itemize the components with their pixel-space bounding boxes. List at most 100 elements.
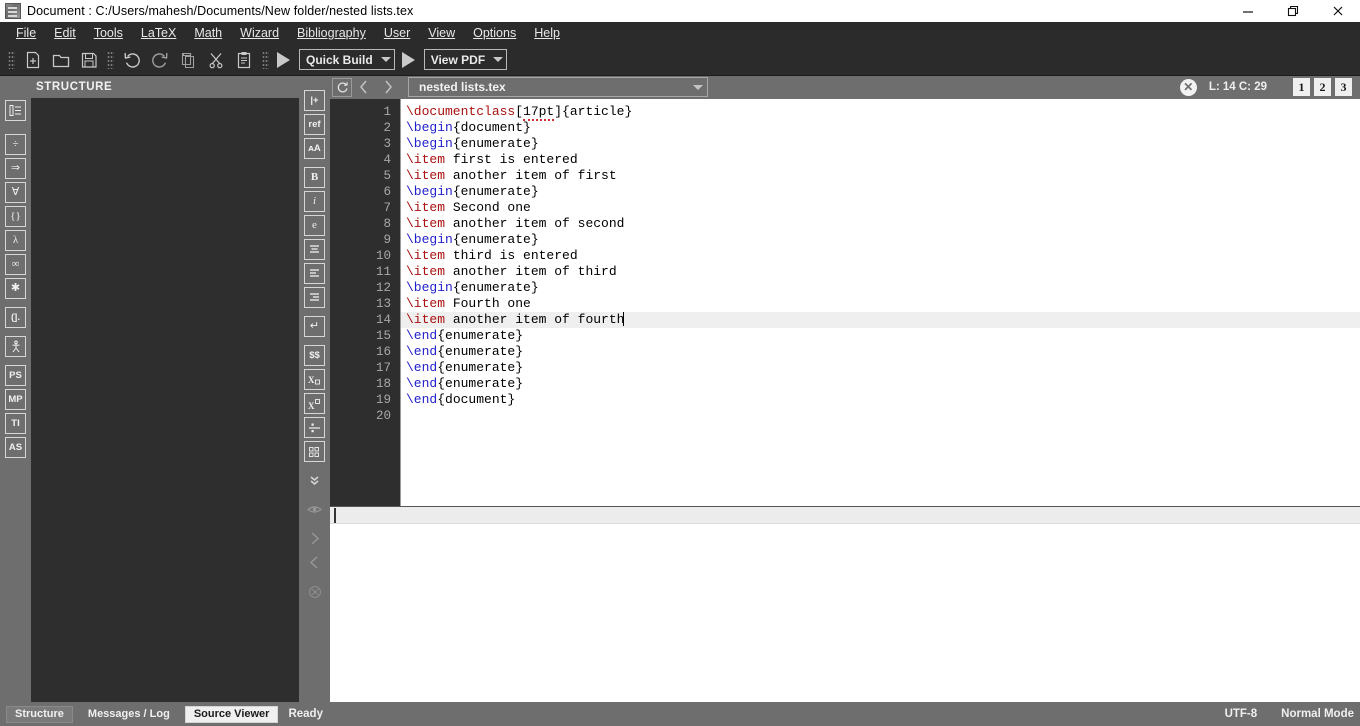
- postscript-icon[interactable]: PS: [5, 365, 26, 386]
- view-layout-3-button[interactable]: 3: [1335, 78, 1352, 96]
- code-line[interactable]: \item third is entered: [400, 248, 1360, 264]
- division-icon[interactable]: ÷: [5, 134, 26, 155]
- cut-scissors-icon[interactable]: [202, 47, 230, 73]
- bold-icon[interactable]: B: [304, 167, 325, 188]
- menu-math[interactable]: Math: [185, 24, 231, 42]
- align-right-icon[interactable]: [304, 287, 325, 308]
- toolbar-grip-2[interactable]: [107, 50, 114, 69]
- run-build-play-icon[interactable]: [277, 51, 290, 68]
- asterisk-operator-icon[interactable]: ✱: [5, 278, 26, 299]
- new-file-icon[interactable]: [19, 47, 47, 73]
- infinity-icon[interactable]: ∞: [5, 254, 26, 275]
- chevron-right-icon[interactable]: [376, 77, 400, 97]
- menu-wizard[interactable]: Wizard: [231, 24, 288, 42]
- view-pdf-select[interactable]: View PDF: [423, 49, 508, 70]
- display-math-icon[interactable]: $$: [304, 345, 325, 366]
- code-line[interactable]: \end{enumerate}: [400, 328, 1360, 344]
- menu-bibliography[interactable]: Bibliography: [288, 24, 375, 42]
- open-file-select[interactable]: nested lists.tex: [408, 77, 708, 97]
- save-icon[interactable]: [75, 47, 103, 73]
- delimiter-icon[interactable]: (].: [5, 307, 26, 328]
- newline-icon[interactable]: ↵: [304, 316, 325, 337]
- menu-file[interactable]: File: [7, 24, 45, 42]
- asymptote-icon[interactable]: AS: [5, 437, 26, 458]
- source-viewer-toolbar[interactable]: [330, 507, 1360, 524]
- code-line[interactable]: \begin{enumerate}: [400, 232, 1360, 248]
- menu-help[interactable]: Help: [525, 24, 569, 42]
- view-layout-2-button[interactable]: 2: [1314, 78, 1331, 96]
- preview-eye-icon[interactable]: [304, 499, 325, 520]
- minimize-button[interactable]: [1225, 0, 1270, 22]
- close-button[interactable]: [1315, 0, 1360, 22]
- forall-icon[interactable]: ∀: [5, 182, 26, 203]
- source-editor[interactable]: 1 2 3 4 5 6 7 8 9 10 11 12 13 14 15 16 17 18 19 20 \documen…: [330, 98, 1360, 506]
- undo-icon[interactable]: [118, 47, 146, 73]
- encoding-label[interactable]: UTF-8: [1225, 708, 1258, 720]
- tikz-icon[interactable]: TI: [5, 413, 26, 434]
- previous-icon[interactable]: [304, 552, 325, 573]
- emphasis-icon[interactable]: e: [304, 215, 325, 236]
- menu-tools[interactable]: Tools: [85, 24, 132, 42]
- code-line[interactable]: \begin{document}: [400, 120, 1360, 136]
- view-layout-1-button[interactable]: 1: [1293, 78, 1310, 96]
- quick-build-select[interactable]: Quick Build: [299, 49, 395, 70]
- next-icon[interactable]: [304, 528, 325, 549]
- align-left-icon[interactable]: [304, 263, 325, 284]
- italic-icon[interactable]: i: [304, 191, 325, 212]
- code-line[interactable]: \begin{enumerate}: [400, 184, 1360, 200]
- menu-edit[interactable]: Edit: [45, 24, 85, 42]
- matrix-icon[interactable]: [304, 441, 325, 462]
- open-folder-icon[interactable]: [47, 47, 75, 73]
- chevron-left-icon[interactable]: [352, 77, 376, 97]
- refresh-icon[interactable]: [332, 77, 352, 97]
- restore-button[interactable]: [1270, 0, 1315, 22]
- code-text[interactable]: \documentclass[17pt]{article} \begin{docu…: [400, 99, 1360, 506]
- code-line[interactable]: \end{document}: [400, 392, 1360, 408]
- stick-figure-icon[interactable]: [5, 336, 26, 357]
- menu-options[interactable]: Options: [464, 24, 525, 42]
- code-line[interactable]: \item another item of first: [400, 168, 1360, 184]
- tab-structure[interactable]: Structure: [6, 705, 73, 723]
- menu-user[interactable]: User: [375, 24, 419, 42]
- reference-icon[interactable]: ref: [304, 114, 325, 135]
- braces-icon[interactable]: {}: [5, 206, 26, 227]
- align-center-icon[interactable]: [304, 239, 325, 260]
- expand-down-icon[interactable]: [304, 470, 325, 491]
- toolbar-grip-1[interactable]: [8, 50, 15, 69]
- implies-arrow-icon[interactable]: ⇒: [5, 158, 26, 179]
- subscript-icon[interactable]: X: [304, 369, 325, 390]
- toolbar-grip-3[interactable]: [262, 50, 269, 69]
- tab-messages-log[interactable]: Messages / Log: [79, 706, 179, 723]
- metapost-icon[interactable]: MP: [5, 389, 26, 410]
- menu-latex[interactable]: LaTeX: [132, 24, 185, 42]
- code-line[interactable]: \end{enumerate}: [400, 344, 1360, 360]
- code-line[interactable]: \documentclass[17pt]{article}: [400, 104, 1360, 121]
- lambda-icon[interactable]: λ: [5, 230, 26, 251]
- code-line[interactable]: \item Fourth one: [400, 296, 1360, 312]
- code-line[interactable]: \begin{enumerate}: [400, 280, 1360, 296]
- close-document-button[interactable]: ✕: [1179, 78, 1197, 96]
- code-line[interactable]: \end{enumerate}: [400, 360, 1360, 376]
- fraction-icon[interactable]: [304, 417, 325, 438]
- superscript-icon[interactable]: X: [304, 393, 325, 414]
- redo-icon[interactable]: [146, 47, 174, 73]
- code-line[interactable]: \begin{enumerate}: [400, 136, 1360, 152]
- structure-list-icon[interactable]: [5, 100, 26, 121]
- run-view-play-icon[interactable]: [401, 51, 415, 68]
- copy-icon[interactable]: [174, 47, 202, 73]
- code-line[interactable]: \item first is entered: [400, 152, 1360, 168]
- code-line[interactable]: [400, 408, 1360, 424]
- structure-tree[interactable]: [31, 98, 299, 702]
- code-line[interactable]: \end{enumerate}: [400, 376, 1360, 392]
- cancel-icon[interactable]: [304, 581, 325, 602]
- code-line[interactable]: \item Second one: [400, 200, 1360, 216]
- code-line[interactable]: \item another item of second: [400, 216, 1360, 232]
- code-line[interactable]: \item another item of fourth: [400, 312, 1360, 328]
- source-viewer-content[interactable]: [330, 524, 1360, 702]
- paste-clipboard-icon[interactable]: [230, 47, 258, 73]
- code-line[interactable]: \item another item of third: [400, 264, 1360, 280]
- tab-source-viewer[interactable]: Source Viewer: [184, 705, 279, 723]
- menu-view[interactable]: View: [419, 24, 464, 42]
- edit-mode-label[interactable]: Normal Mode: [1281, 708, 1354, 720]
- font-size-icon[interactable]: ᴀA: [304, 138, 325, 159]
